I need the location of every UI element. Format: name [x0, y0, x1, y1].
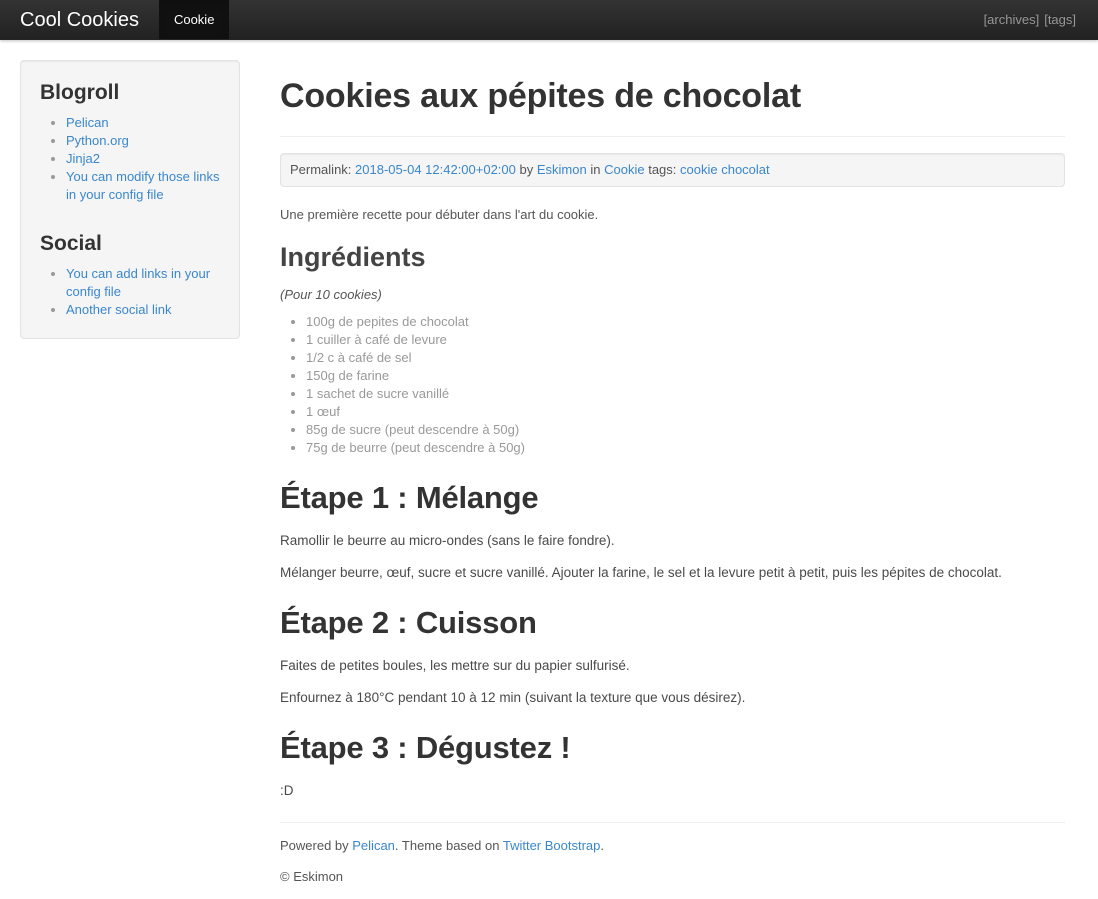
footer-divider	[280, 822, 1065, 823]
tags-label: tags:	[648, 162, 677, 177]
title-divider	[280, 136, 1065, 137]
intro-paragraph: Une première recette pour débuter dans l…	[280, 207, 599, 222]
list-item: Python.org	[66, 132, 220, 150]
list-item: 75g de beurre (peut descendre à 50g)	[306, 439, 1065, 457]
step-2-paragraph-2: Enfournez à 180°C pendant 10 à 12 min (s…	[280, 690, 746, 705]
nav-link-cookie[interactable]: Cookie	[158, 0, 230, 39]
heading-step-3: Étape 3 : Dégustez !	[280, 730, 571, 765]
article-body: Une première recette pour débuter dans l…	[280, 205, 1065, 800]
copyright-line: © Eskimon	[280, 869, 344, 884]
powered-by-line: Powered by Pelican. Theme based on Twitt…	[280, 837, 1065, 855]
list-item: Pelican	[66, 114, 220, 132]
list-item: 1/2 c à café de sel	[306, 349, 1065, 367]
in-label: in	[590, 162, 601, 177]
footer-period: .	[600, 838, 605, 853]
sidebar-link-config[interactable]: You can modify those links in your confi…	[66, 169, 219, 202]
step-2-paragraph-1: Faites de petites boules, les mettre sur…	[280, 658, 630, 673]
list-item: Jinja2	[66, 150, 220, 168]
sidebar-heading-blogroll: Blogroll	[40, 81, 120, 104]
list-item: 1 œuf	[306, 403, 1065, 421]
sidebar-link-python[interactable]: Python.org	[66, 133, 129, 148]
step-3-paragraph-1: :D	[280, 783, 294, 798]
list-item: 1 cuiller à café de levure	[306, 331, 1065, 349]
tag-link-chocolat[interactable]: chocolat	[721, 162, 769, 177]
list-item: 1 sachet de sucre vanillé	[306, 385, 1065, 403]
theme-middle-text: . Theme based on	[394, 838, 503, 853]
primary-nav: Cookie	[158, 0, 230, 39]
top-navbar: Cool Cookies Cookie [archives] [tags]	[0, 0, 1098, 40]
page-container: Blogroll Pelican Python.org Jinja2 You c…	[0, 40, 1098, 899]
powered-by-prefix: Powered by	[280, 838, 353, 853]
nav-item-cookie[interactable]: Cookie	[158, 0, 230, 39]
permalink-date-link[interactable]: 2018-05-04 12:42:00+02:00	[355, 162, 516, 177]
list-item: 85g de sucre (peut descendre à 50g)	[306, 421, 1065, 439]
author-link[interactable]: Eskimon	[537, 162, 587, 177]
heading-step-2: Étape 2 : Cuisson	[280, 605, 537, 640]
list-item: 100g de pepites de chocolat	[306, 313, 1065, 331]
pelican-link[interactable]: Pelican	[352, 838, 395, 853]
serves-note: (Pour 10 cookies)	[280, 287, 382, 302]
main-content: Cookies aux pépites de chocolat Permalin…	[240, 60, 1078, 899]
category-link[interactable]: Cookie	[604, 162, 644, 177]
brand-link[interactable]: Cool Cookies	[0, 0, 159, 39]
permalink-label: Permalink:	[290, 162, 352, 177]
by-label: by	[519, 162, 534, 177]
sidebar-list-social: You can add links in your config file An…	[40, 265, 220, 319]
tags-link[interactable]: [tags]	[1044, 12, 1076, 27]
list-item: You can add links in your config file	[66, 265, 220, 301]
article-meta-bar: Permalink: 2018-05-04 12:42:00+02:00 by …	[280, 153, 1065, 187]
list-item: You can modify those links in your confi…	[66, 168, 220, 204]
sidebar-link-jinja2[interactable]: Jinja2	[66, 151, 100, 166]
page-title: Cookies aux pépites de chocolat	[280, 77, 801, 115]
sidebar-list-blogroll: Pelican Python.org Jinja2 You can modify…	[40, 114, 220, 204]
list-item: Another social link	[66, 301, 220, 319]
ingredients-list: 100g de pepites de chocolat 1 cuiller à …	[280, 313, 1065, 457]
sidebar-well: Blogroll Pelican Python.org Jinja2 You c…	[20, 60, 240, 340]
archives-link[interactable]: [archives]	[984, 12, 1040, 27]
sidebar-link-pelican[interactable]: Pelican	[66, 115, 109, 130]
navbar-right-links: [archives] [tags]	[984, 0, 1098, 39]
list-item: 150g de farine	[306, 367, 1065, 385]
bootstrap-link[interactable]: Twitter Bootstrap	[503, 838, 601, 853]
tag-link-cookie[interactable]: cookie	[680, 162, 718, 177]
social-link-config[interactable]: You can add links in your config file	[66, 266, 210, 299]
step-1-paragraph-2: Mélanger beurre, œuf, sucre et sucre van…	[280, 565, 1002, 580]
step-1-paragraph-1: Ramollir le beurre au micro-ondes (sans …	[280, 533, 615, 548]
heading-step-1: Étape 1 : Mélange	[280, 480, 539, 515]
sidebar: Blogroll Pelican Python.org Jinja2 You c…	[20, 60, 240, 340]
sidebar-heading-social: Social	[40, 232, 102, 256]
social-link-another[interactable]: Another social link	[66, 302, 172, 317]
heading-ingredients: Ingrédients	[280, 242, 426, 272]
page-footer: Powered by Pelican. Theme based on Twitt…	[280, 837, 1065, 886]
